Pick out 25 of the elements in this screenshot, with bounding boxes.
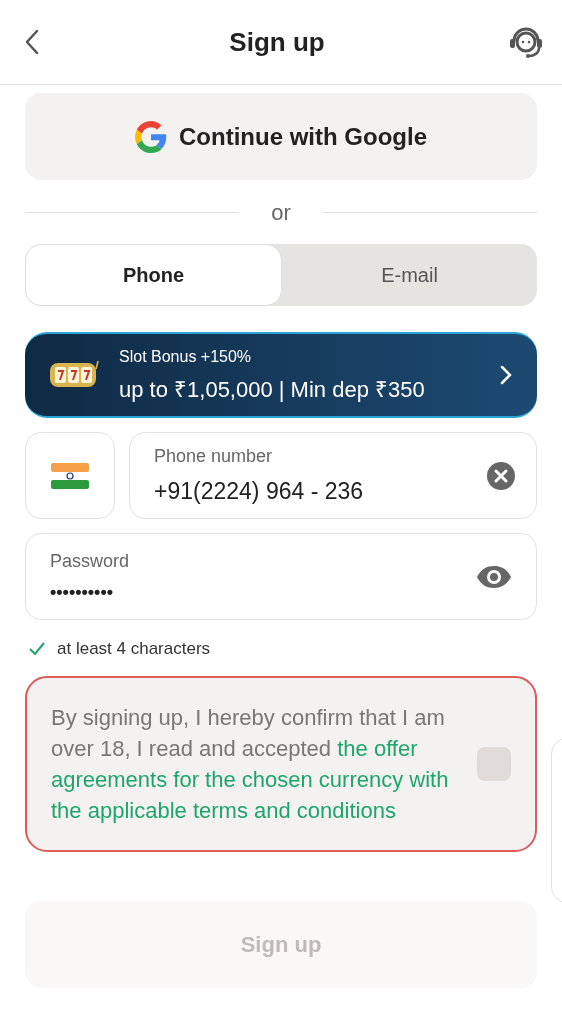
flag-icon bbox=[51, 462, 89, 489]
chevron-right-icon bbox=[499, 364, 513, 386]
back-icon bbox=[24, 29, 40, 55]
password-field[interactable]: Password •••••••••• bbox=[25, 533, 537, 620]
banner-subtitle: up to ₹1,05,000 | Min dep ₹350 bbox=[119, 375, 426, 404]
clear-icon[interactable] bbox=[486, 460, 516, 491]
headset-icon bbox=[508, 25, 544, 59]
google-button[interactable]: Continue with Google bbox=[25, 93, 537, 180]
eye-icon[interactable] bbox=[476, 564, 512, 589]
field-label: Phone number bbox=[154, 444, 274, 468]
bonus-banner[interactable]: Slot Bonus +150% up to ₹1,05,000 | Min dep ₹350 bbox=[25, 332, 537, 418]
field-label: Password bbox=[50, 549, 131, 573]
field-value: •••••••••• bbox=[50, 580, 115, 604]
google-icon bbox=[135, 120, 167, 153]
divider-label: or bbox=[270, 198, 292, 227]
banner-title: Slot Bonus +150% bbox=[119, 346, 253, 367]
page-title: Sign up bbox=[229, 25, 325, 59]
tab[interactable]: Phone bbox=[25, 244, 282, 306]
agreement-checkbox[interactable] bbox=[477, 746, 511, 781]
country-picker[interactable] bbox=[25, 432, 115, 519]
agreement-text: By signing up, I hereby confirm that I am over 18, I read and accepted the offer agreements for the chosen currency with the applicable terms and conditions bbox=[51, 703, 450, 825]
tab[interactable]: E-mail bbox=[282, 244, 537, 306]
phone-field[interactable]: Phone number +91(2224) 964 - 236 bbox=[129, 432, 537, 519]
field-value: +91(2224) 964 - 236 bbox=[154, 476, 365, 506]
password-hint: at least 4 characters bbox=[57, 638, 211, 660]
